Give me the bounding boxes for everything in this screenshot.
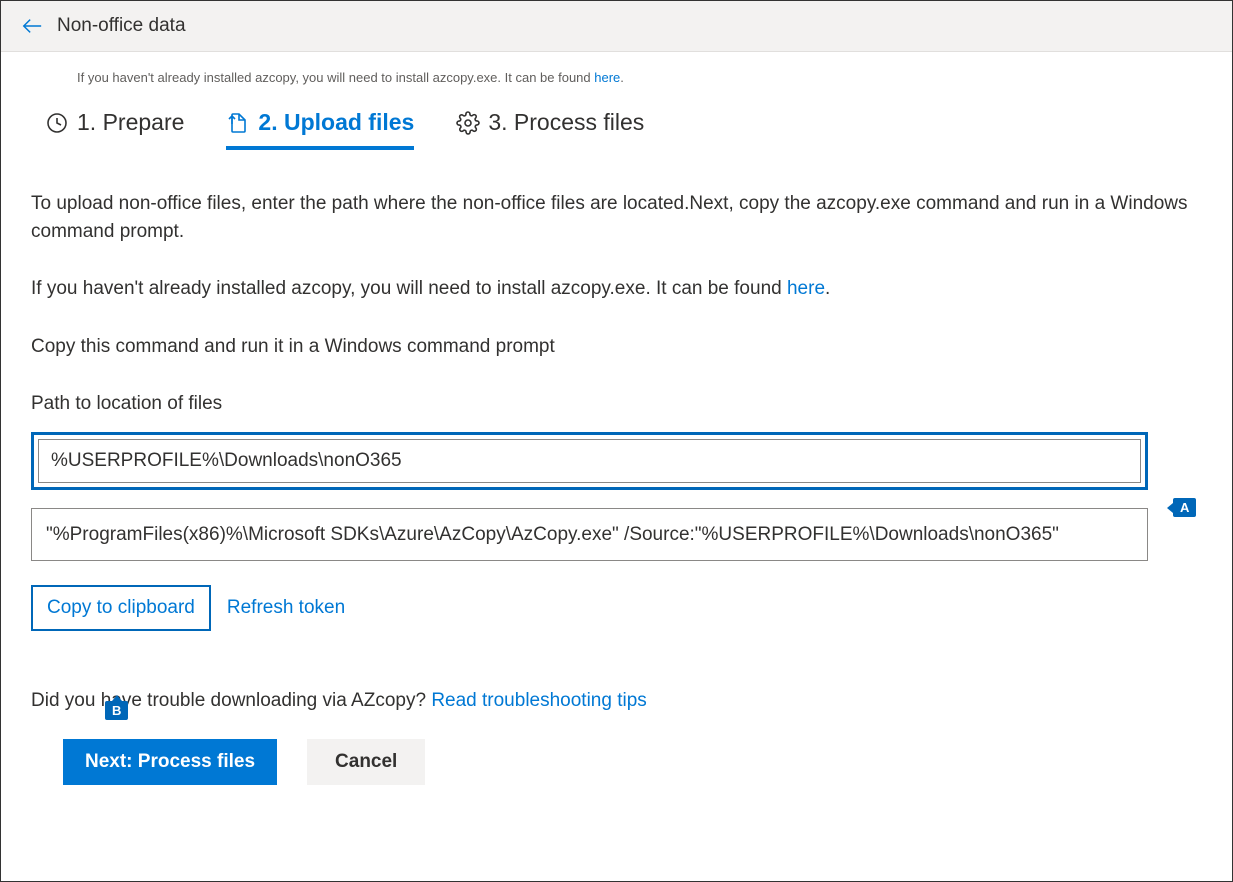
tab-upload-label: 2. Upload files bbox=[258, 109, 414, 136]
command-actions: Copy to clipboard Refresh token bbox=[31, 585, 1202, 631]
install-suffix: . bbox=[825, 278, 830, 299]
refresh-token-button[interactable]: Refresh token bbox=[227, 597, 345, 619]
hint-here-link[interactable]: here bbox=[594, 70, 620, 85]
clock-icon bbox=[45, 111, 69, 135]
annotation-b: B bbox=[105, 701, 128, 720]
command-output: "%ProgramFiles(x86)%\Microsoft SDKs\Azur… bbox=[31, 508, 1148, 562]
gear-icon bbox=[456, 111, 480, 135]
back-arrow-icon[interactable] bbox=[21, 15, 43, 37]
intro-text: To upload non-office files, enter the pa… bbox=[31, 190, 1202, 245]
copy-to-clipboard-button[interactable]: Copy to clipboard bbox=[31, 585, 211, 631]
cancel-button[interactable]: Cancel bbox=[307, 739, 425, 785]
install-hint-small: If you haven't already installed azcopy,… bbox=[1, 52, 1232, 85]
copy-instruction: Copy this command and run it in a Window… bbox=[31, 333, 1202, 361]
troubleshoot-text: Did you have trouble downloading via AZc… bbox=[31, 687, 1202, 715]
install-text: If you haven't already installed azcopy,… bbox=[31, 275, 1202, 303]
tab-prepare[interactable]: 1. Prepare bbox=[45, 109, 184, 150]
install-here-link[interactable]: here bbox=[787, 278, 825, 299]
troubleshoot-link[interactable]: Read troubleshooting tips bbox=[431, 690, 646, 711]
hint-suffix: . bbox=[620, 70, 624, 85]
page-title: Non-office data bbox=[57, 15, 186, 37]
tab-process-label: 3. Process files bbox=[488, 109, 644, 136]
path-input[interactable] bbox=[38, 439, 1141, 483]
tab-process[interactable]: 3. Process files bbox=[456, 109, 644, 150]
install-prefix: If you haven't already installed azcopy,… bbox=[31, 278, 787, 299]
path-label: Path to location of files bbox=[31, 390, 1202, 418]
next-button[interactable]: Next: Process files bbox=[63, 739, 277, 785]
annotation-a: A bbox=[1173, 498, 1196, 517]
tab-prepare-label: 1. Prepare bbox=[77, 109, 184, 136]
file-upload-icon bbox=[226, 111, 250, 135]
page-header: Non-office data bbox=[1, 1, 1232, 52]
main-content: To upload non-office files, enter the pa… bbox=[1, 150, 1232, 785]
path-input-highlight bbox=[31, 432, 1148, 490]
hint-text: If you haven't already installed azcopy,… bbox=[77, 70, 594, 85]
tab-upload[interactable]: 2. Upload files bbox=[226, 109, 414, 150]
wizard-tabs: 1. Prepare 2. Upload files 3. Process fi… bbox=[1, 85, 1232, 150]
trouble-prefix: Did you have trouble downloading via AZc… bbox=[31, 690, 431, 711]
wizard-actions: Next: Process files Cancel bbox=[31, 739, 1202, 785]
